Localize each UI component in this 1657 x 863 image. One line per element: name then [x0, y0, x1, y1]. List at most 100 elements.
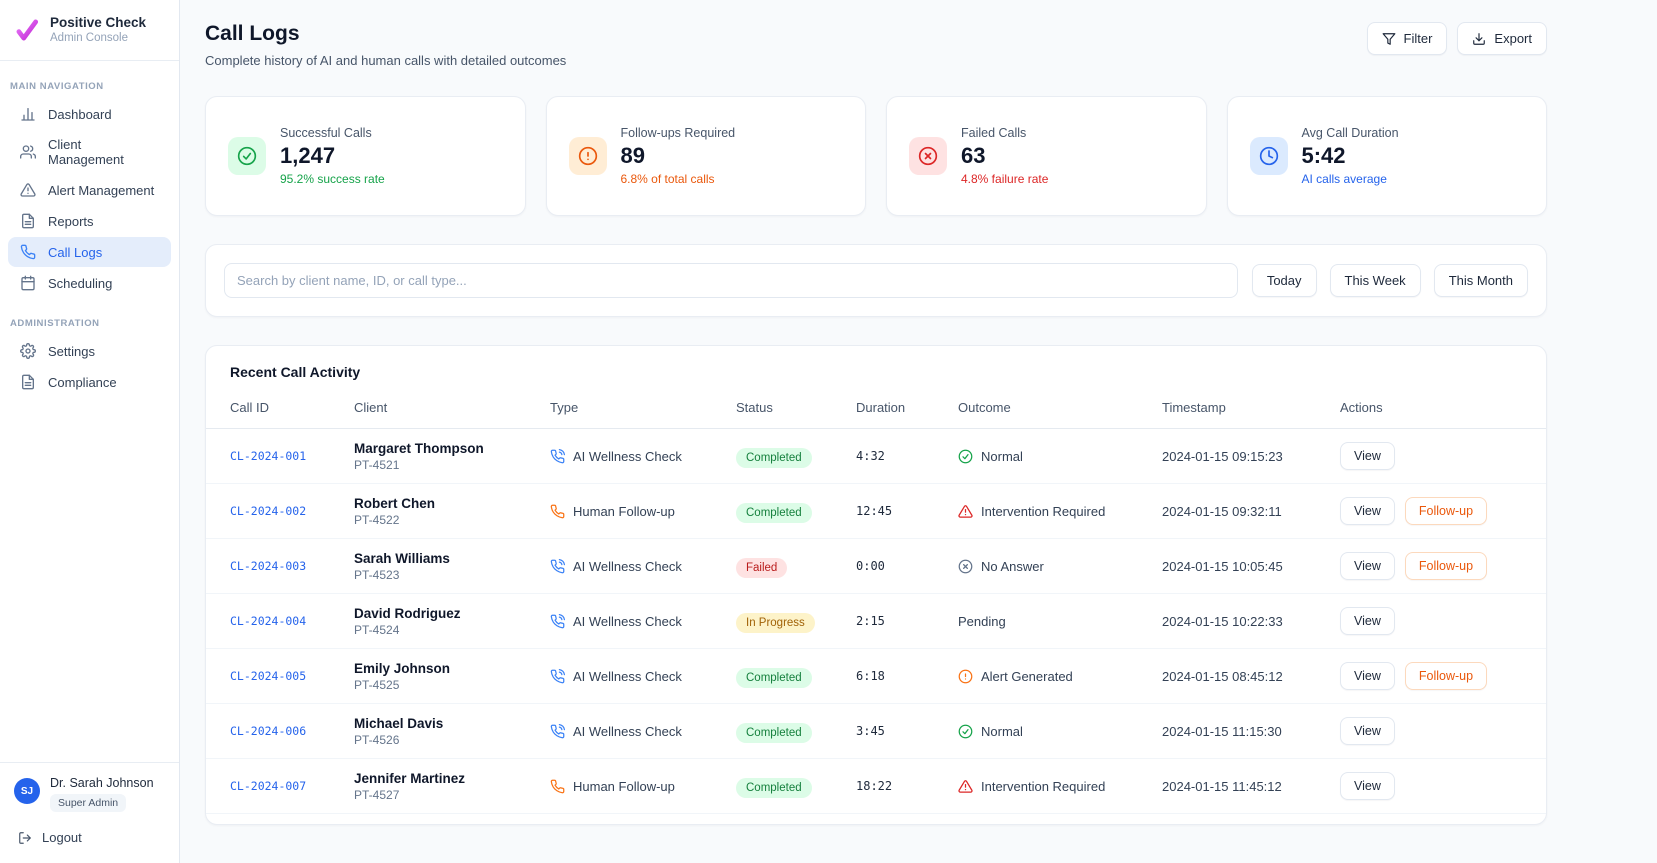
- range-button-this-month[interactable]: This Month: [1434, 264, 1528, 297]
- row-actions: View Follow-up: [1340, 497, 1522, 525]
- view-button[interactable]: View: [1340, 497, 1395, 525]
- sidebar-item-alert-management[interactable]: Alert Management: [8, 175, 171, 205]
- sidebar-section: ADMINISTRATION Settings Compliance: [0, 314, 179, 397]
- call-timestamp: 2024-01-15 10:05:45: [1162, 559, 1340, 574]
- view-button[interactable]: View: [1340, 552, 1395, 580]
- sidebar-item-scheduling[interactable]: Scheduling: [8, 268, 171, 298]
- sidebar-item-client-management[interactable]: Client Management: [8, 130, 171, 174]
- outcome-label: Intervention Required: [981, 504, 1105, 519]
- export-button[interactable]: Export: [1457, 22, 1547, 55]
- user-name: Dr. Sarah Johnson: [50, 776, 154, 790]
- call-type-label: AI Wellness Check: [573, 449, 682, 464]
- follow-up-button[interactable]: Follow-up: [1405, 552, 1487, 580]
- client-name: Margaret Thompson: [354, 441, 550, 456]
- client-id: PT-4525: [354, 678, 550, 692]
- call-id-link[interactable]: CL-2024-005: [230, 669, 354, 683]
- sidebar-item-reports[interactable]: Reports: [8, 206, 171, 236]
- view-button[interactable]: View: [1340, 442, 1395, 470]
- client-name: Jennifer Martinez: [354, 771, 550, 786]
- table-row: CL-2024-003 Sarah Williams PT-4523 AI We…: [206, 539, 1546, 594]
- row-actions: View: [1340, 717, 1522, 745]
- view-button[interactable]: View: [1340, 607, 1395, 635]
- call-id-link[interactable]: CL-2024-006: [230, 724, 354, 738]
- sidebar-item-dashboard[interactable]: Dashboard: [8, 99, 171, 129]
- check-circle-icon: [228, 137, 266, 175]
- follow-up-button[interactable]: Follow-up: [1405, 497, 1487, 525]
- sidebar-item-compliance[interactable]: Compliance: [8, 367, 171, 397]
- call-type: AI Wellness Check: [550, 559, 736, 574]
- table-body: CL-2024-001 Margaret Thompson PT-4521 AI…: [206, 429, 1546, 814]
- calendar-icon: [20, 275, 36, 291]
- call-duration: 18:22: [856, 779, 958, 793]
- sidebar-item-call-logs[interactable]: Call Logs: [8, 237, 171, 267]
- outcome-label: Pending: [958, 614, 1006, 629]
- call-type: AI Wellness Check: [550, 669, 736, 684]
- call-id-link[interactable]: CL-2024-004: [230, 614, 354, 628]
- user-role-badge: Super Admin: [50, 794, 126, 812]
- column-header-actions: Actions: [1340, 390, 1522, 428]
- call-id-link[interactable]: CL-2024-007: [230, 779, 354, 793]
- sidebar-item-settings[interactable]: Settings: [8, 336, 171, 366]
- view-button[interactable]: View: [1340, 717, 1395, 745]
- table-row: CL-2024-004 David Rodriguez PT-4524 AI W…: [206, 594, 1546, 649]
- table-row: CL-2024-007 Jennifer Martinez PT-4527 Hu…: [206, 759, 1546, 814]
- logout-button[interactable]: Logout: [14, 828, 165, 847]
- call-id-link[interactable]: CL-2024-002: [230, 504, 354, 518]
- column-header-duration: Duration: [856, 390, 958, 428]
- call-outcome: Alert Generated: [958, 669, 1162, 684]
- call-duration: 6:18: [856, 669, 958, 683]
- call-duration: 3:45: [856, 724, 958, 738]
- phone-call-icon: [550, 614, 565, 629]
- call-outcome: Intervention Required: [958, 779, 1162, 794]
- phone-call-icon: [550, 449, 565, 464]
- call-timestamp: 2024-01-15 10:22:33: [1162, 614, 1340, 629]
- range-button-today[interactable]: Today: [1252, 264, 1317, 297]
- follow-up-button[interactable]: Follow-up: [1405, 662, 1487, 690]
- stat-value: 89: [621, 143, 736, 169]
- status-badge: Completed: [736, 723, 812, 743]
- filter-label: Filter: [1404, 31, 1433, 46]
- status-badge: Completed: [736, 448, 812, 468]
- bar-chart-icon: [20, 106, 36, 122]
- call-duration: 12:45: [856, 504, 958, 518]
- range-button-this-week[interactable]: This Week: [1330, 264, 1421, 297]
- alert-circle-icon: [958, 669, 973, 684]
- sidebar-item-label: Compliance: [48, 375, 117, 390]
- sidebar-nav: MAIN NAVIGATION Dashboard Client Managem…: [0, 61, 179, 398]
- call-outcome: Normal: [958, 449, 1162, 464]
- logout-label: Logout: [42, 830, 82, 845]
- stat-caption: 6.8% of total calls: [621, 172, 736, 186]
- call-type: AI Wellness Check: [550, 614, 736, 629]
- column-header-outcome: Outcome: [958, 390, 1162, 428]
- status-badge: Failed: [736, 558, 787, 578]
- filter-button[interactable]: Filter: [1367, 22, 1448, 55]
- app-subtitle: Admin Console: [50, 32, 146, 44]
- row-actions: View: [1340, 442, 1522, 470]
- call-type: AI Wellness Check: [550, 724, 736, 739]
- call-outcome: Intervention Required: [958, 504, 1162, 519]
- check-logo-icon: [14, 17, 40, 43]
- gear-icon: [20, 343, 36, 359]
- sidebar-user-panel: SJ Dr. Sarah Johnson Super Admin Logout: [0, 762, 179, 863]
- view-button[interactable]: View: [1340, 662, 1395, 690]
- call-duration: 2:15: [856, 614, 958, 628]
- alert-triangle-icon: [20, 182, 36, 198]
- search-input[interactable]: [224, 263, 1238, 298]
- status-badge: Completed: [736, 668, 812, 688]
- call-id-link[interactable]: CL-2024-001: [230, 449, 354, 463]
- status-badge: Completed: [736, 778, 812, 798]
- outcome-label: Alert Generated: [981, 669, 1073, 684]
- table-row: CL-2024-006 Michael Davis PT-4526 AI Wel…: [206, 704, 1546, 759]
- call-type-label: Human Follow-up: [573, 779, 675, 794]
- row-actions: View: [1340, 607, 1522, 635]
- call-id-link[interactable]: CL-2024-003: [230, 559, 354, 573]
- phone-call-icon: [550, 559, 565, 574]
- call-duration: 4:32: [856, 449, 958, 463]
- outcome-label: No Answer: [981, 559, 1044, 574]
- view-button[interactable]: View: [1340, 772, 1395, 800]
- stat-card: Avg Call Duration 5:42 AI calls average: [1227, 96, 1548, 216]
- client-name: Sarah Williams: [354, 551, 550, 566]
- alert-triangle-icon: [958, 779, 973, 794]
- stat-label: Avg Call Duration: [1302, 126, 1399, 140]
- sidebar-item-label: Client Management: [48, 137, 159, 167]
